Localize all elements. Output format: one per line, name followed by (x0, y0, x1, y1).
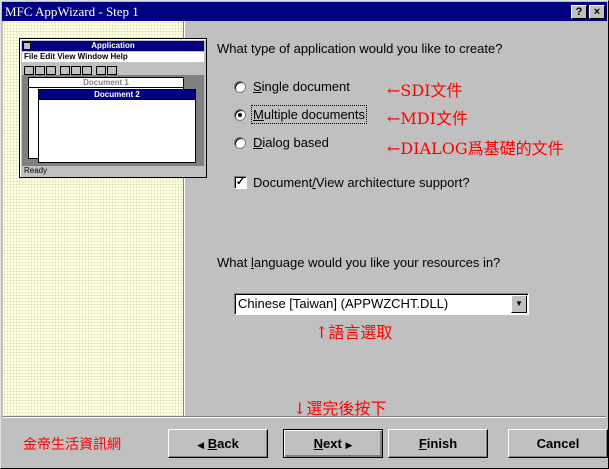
title-bar: MFC AppWizard - Step 1 ? × (2, 2, 607, 21)
watermark-text: 金帝生活資訊網 (23, 437, 121, 453)
illustration-toolbar (24, 63, 57, 75)
docview-checkbox[interactable]: ✓ (234, 176, 247, 189)
arrow-right-icon: ▶ (345, 441, 353, 451)
chevron-down-icon[interactable]: ▼ (511, 295, 527, 313)
toolbar-icon (107, 66, 117, 75)
language-select-value: Chinese [Taiwan] (APPWZCHT.DLL) (238, 296, 449, 311)
illustration-toolbar-2 (60, 63, 93, 75)
language-select[interactable]: Chinese [Taiwan] (APPWZCHT.DLL) ▼ (234, 293, 529, 315)
dialog-based-radio[interactable] (234, 137, 246, 149)
dialog-annotation: ←DIALOG爲基礎的文件 (387, 139, 564, 158)
toolbar-icon (71, 66, 81, 75)
help-button[interactable]: ? (571, 5, 587, 19)
illustration-status-bar: Ready (22, 165, 204, 175)
illustration-toolbar-3 (96, 63, 118, 75)
system-menu-icon (23, 42, 31, 50)
language-annotation: ↑語言選取 (315, 323, 393, 342)
button-separator (3, 416, 606, 418)
next-button[interactable]: Next ▶ (283, 429, 383, 458)
multiple-documents-radio[interactable] (234, 109, 246, 121)
back-button[interactable]: ◀ Back (168, 429, 268, 458)
finish-button[interactable]: Finish (388, 429, 488, 458)
multiple-documents-label[interactable]: Multiple documents (250, 105, 368, 124)
illustration-client-area: Document 1 Document 2 (22, 75, 204, 167)
toolbar-icon (24, 66, 34, 75)
toolbar-icon (96, 66, 106, 75)
app-type-question: What type of application would you like … (217, 41, 503, 56)
language-question: What language would you like your resour… (217, 255, 501, 270)
window-title: MFC AppWizard - Step 1 (5, 4, 139, 19)
illustration-menu: File Edit View Window Help (22, 52, 204, 62)
toolbar-icon (46, 66, 56, 75)
illustration-doc2: Document 2 (38, 89, 196, 163)
toolbar-icon (82, 66, 92, 75)
wizard-window: MFC AppWizard - Step 1 ? × Application F… (0, 0, 609, 469)
toolbar-icon (35, 66, 45, 75)
dialog-based-label[interactable]: Dialog based (253, 135, 329, 150)
sdi-annotation: ←SDI文件 (387, 81, 463, 100)
docview-label[interactable]: Document/View architecture support? (253, 175, 470, 190)
single-document-radio[interactable] (234, 81, 246, 93)
doc2-title: Document 2 (39, 90, 195, 100)
toolbar-icon (60, 66, 70, 75)
mdi-annotation: ←MDI文件 (387, 109, 468, 128)
doc1-title: Document 1 (29, 78, 183, 88)
cancel-button[interactable]: Cancel (508, 429, 608, 458)
illustration-app-title: Application (22, 41, 204, 51)
single-document-label[interactable]: Single document (253, 79, 350, 94)
close-button[interactable]: × (589, 5, 605, 19)
mdi-illustration: Application File Edit View Window Help D… (19, 38, 207, 178)
arrow-left-icon: ◀ (197, 441, 205, 451)
